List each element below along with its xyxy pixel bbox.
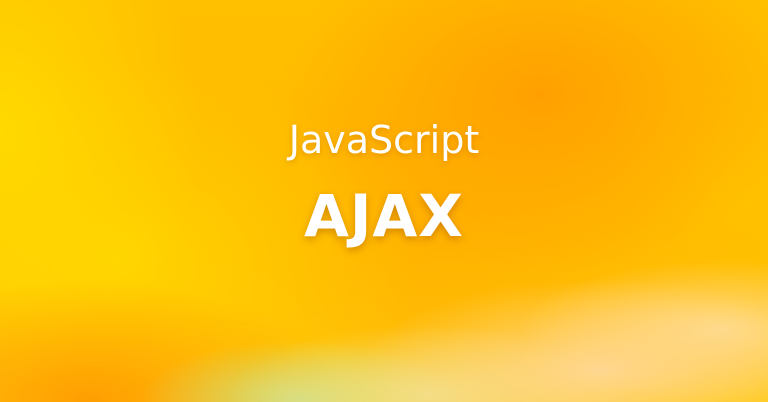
banner-title: AJAX <box>303 182 465 250</box>
title-group: JavaScript AJAX <box>0 0 768 402</box>
banner: JavaScript AJAX <box>0 0 768 402</box>
banner-subtitle: JavaScript <box>288 118 480 162</box>
